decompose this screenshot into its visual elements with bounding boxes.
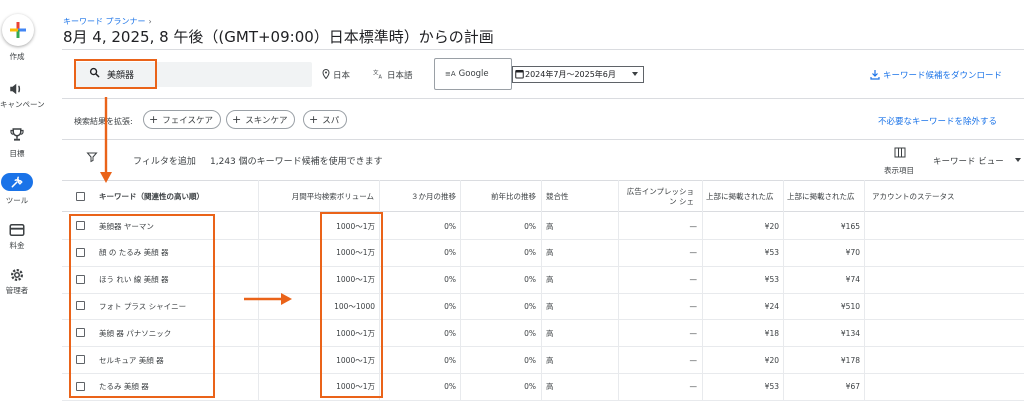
annotation-arrowhead-right <box>281 293 292 305</box>
volume-annotation-box <box>320 212 383 398</box>
keyword-annotation-box <box>69 214 215 398</box>
annotation-arrowhead-down <box>100 172 112 183</box>
